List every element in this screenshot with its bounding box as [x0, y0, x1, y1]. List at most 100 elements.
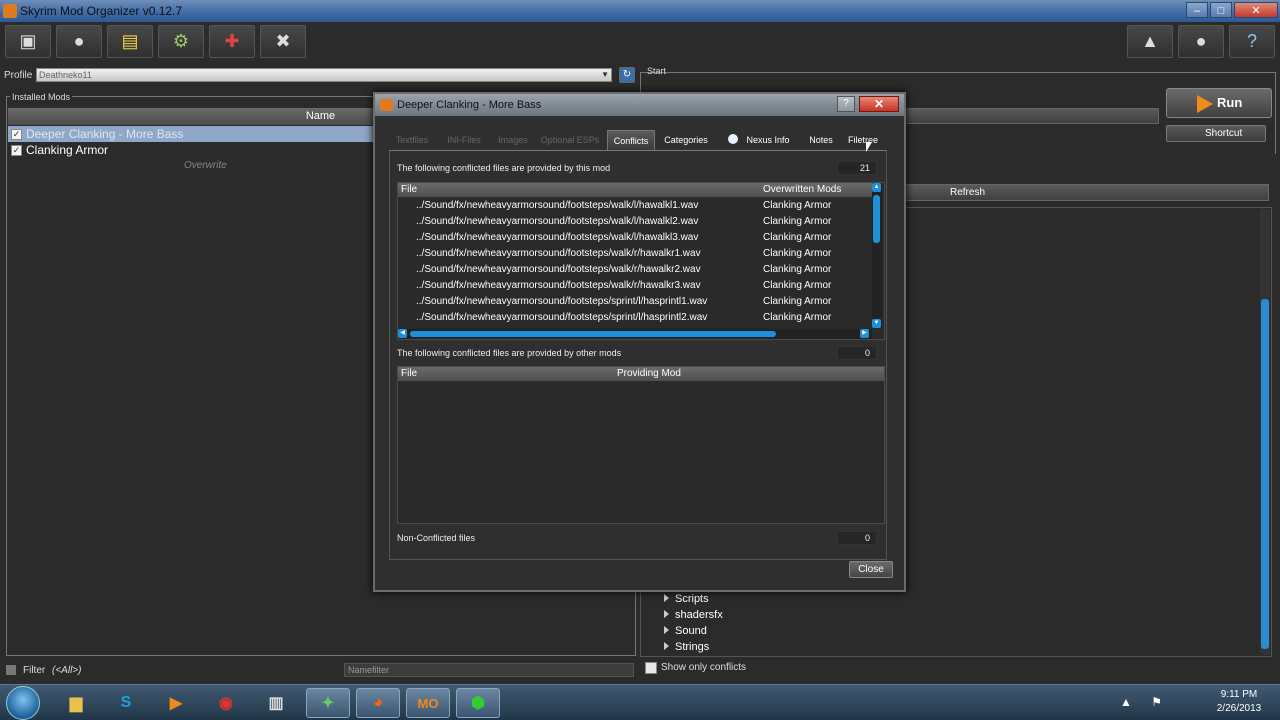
expand-arrow-icon[interactable] — [664, 642, 669, 650]
column-header-providing-mod[interactable]: Providing Mod — [614, 367, 884, 381]
help-button[interactable]: ? — [1229, 25, 1275, 58]
warning-icon: ▲ — [1141, 31, 1159, 51]
tab-textfiles: Textfiles — [395, 135, 429, 145]
taskbar-app-green[interactable]: ⬢ — [456, 688, 500, 718]
tab-filetree[interactable]: Filetree — [843, 130, 883, 150]
profile-card-icon: ▤ — [121, 31, 139, 51]
scroll-left-icon[interactable]: ◀ — [398, 329, 407, 338]
run-button[interactable]: Run — [1166, 88, 1272, 118]
expand-arrow-icon[interactable] — [664, 610, 669, 618]
taskbar-app-99[interactable]: ▥ — [254, 688, 298, 718]
tools-dropdown-button[interactable]: ✚ — [209, 25, 255, 58]
mod-name: Clanking Armor — [763, 296, 832, 307]
system-tray[interactable]: ▲ ⚑ ▭ ◀) — [1120, 689, 1180, 715]
table-row[interactable]: ../Sound/fx/newheavyarmorsound/footsteps… — [398, 262, 870, 278]
data-tree-scrollbar[interactable] — [1260, 209, 1270, 655]
clock-time[interactable]: 9:11 PM — [1214, 689, 1264, 700]
taskbar-media-player[interactable]: ▶ — [154, 688, 198, 718]
mod-name: Clanking Armor — [26, 143, 109, 157]
expand-arrow-icon[interactable] — [664, 594, 669, 602]
profile-select[interactable]: Deathneko11 ▼ — [36, 68, 612, 82]
help-icon: ? — [1246, 31, 1257, 51]
update-button[interactable]: ● — [1178, 25, 1224, 58]
executable-select[interactable] — [903, 108, 1159, 124]
profile-refresh-button[interactable]: ↻ — [619, 67, 635, 83]
taskbar-mod-organizer[interactable]: MO — [406, 688, 450, 718]
scroll-up-icon[interactable]: ▲ — [872, 183, 881, 192]
window-titlebar[interactable]: Skyrim Mod Organizer v0.12.7 – □ ✕ — [0, 0, 1280, 22]
dialog-close-button[interactable]: ✕ — [859, 96, 899, 112]
column-header-file[interactable]: File — [398, 183, 760, 197]
namefilter-input[interactable]: Namefilter — [344, 663, 634, 677]
mod-name: Clanking Armor — [763, 200, 832, 211]
table-row[interactable]: ../Sound/fx/newheavyarmorsound/footsteps… — [398, 230, 870, 246]
scrollbar-thumb[interactable] — [1261, 299, 1269, 649]
column-header-file[interactable]: File — [398, 367, 614, 381]
table-row[interactable]: ../Sound/fx/newheavyarmorsound/footsteps… — [398, 246, 870, 262]
tab-notes[interactable]: Notes — [803, 130, 839, 150]
tree-item-strings[interactable]: Strings — [664, 641, 709, 653]
nexus-button[interactable]: ● — [56, 25, 102, 58]
scrollbar-thumb[interactable] — [410, 331, 776, 337]
mod-enabled-checkbox[interactable]: ✓ — [11, 145, 22, 156]
media-player-icon: ▶ — [169, 695, 183, 712]
table-vertical-scrollbar[interactable]: ▲ ▼ — [872, 183, 882, 329]
expand-arrow-icon[interactable] — [664, 626, 669, 634]
tree-item-scripts[interactable]: Scripts — [664, 593, 709, 605]
mod-enabled-checkbox[interactable]: ✓ — [11, 129, 22, 140]
window-title: Skyrim Mod Organizer v0.12.7 — [20, 4, 183, 18]
tab-images: Images — [498, 135, 528, 145]
table-horizontal-scrollbar[interactable]: ◀ ▶ — [398, 329, 872, 339]
tree-item-label: shadersfx — [675, 609, 723, 621]
mouse-cursor-icon — [866, 142, 872, 152]
install-mod-button[interactable]: ▣ — [5, 25, 51, 58]
scroll-right-icon[interactable]: ▶ — [860, 329, 869, 338]
provided-files-table: File Providing Mod — [397, 366, 885, 524]
shortcut-label: Shortcut — [1205, 128, 1243, 139]
problems-button[interactable]: ▲ — [1127, 25, 1173, 58]
column-header-overwritten-mods[interactable]: Overwritten Mods — [760, 183, 872, 197]
tab-optional-esps: Optional ESPs — [540, 135, 600, 145]
start-menu-button[interactable] — [6, 686, 40, 720]
clock-date[interactable]: 2/26/2013 — [1210, 703, 1268, 714]
table-row[interactable]: ../Sound/fx/newheavyarmorsound/footsteps… — [398, 214, 870, 230]
taskbar-chrome[interactable]: ◉ — [204, 688, 248, 718]
filter-label[interactable]: Filter (<All>) — [23, 665, 81, 676]
shortcut-button[interactable]: Shortcut — [1166, 125, 1266, 142]
mod-name: Clanking Armor — [763, 264, 832, 275]
table-row[interactable]: ../Sound/fx/newheavyarmorsound/footsteps… — [398, 198, 870, 214]
scroll-down-icon[interactable]: ▼ — [872, 319, 881, 328]
wrench-icon: ✖ — [275, 31, 291, 51]
taskbar-skyrim[interactable]: ✦ — [306, 688, 350, 718]
table-row[interactable]: ../Sound/fx/newheavyarmorsound/footsteps… — [398, 278, 870, 294]
taskbar-firefox[interactable]: ◕ — [356, 688, 400, 718]
dialog-titlebar[interactable]: Deeper Clanking - More Bass ? ✕ — [375, 94, 904, 116]
maximize-button[interactable]: □ — [1210, 2, 1232, 18]
table-row[interactable]: ../Sound/fx/newheavyarmorsound/footsteps… — [398, 294, 870, 310]
taskbar-explorer[interactable]: ▆ — [54, 688, 98, 718]
tab-categories[interactable]: Categories — [659, 130, 713, 150]
taskbar-skype[interactable]: S — [104, 688, 148, 718]
profiles-button[interactable]: ▤ — [107, 25, 153, 58]
dialog-title: Deeper Clanking - More Bass — [397, 99, 542, 111]
dialog-close-text-button[interactable]: Close — [849, 561, 893, 578]
tree-item-shadersfx[interactable]: shadersfx — [664, 609, 723, 621]
executables-button[interactable]: ⚙ — [158, 25, 204, 58]
settings-button[interactable]: ✖ — [260, 25, 306, 58]
overwrite-entry[interactable]: Overwrite — [184, 160, 227, 171]
dialog-help-button[interactable]: ? — [837, 96, 855, 112]
mod-info-dialog: Deeper Clanking - More Bass ? ✕ Textfile… — [373, 92, 906, 592]
data-refresh-button[interactable]: Refresh — [903, 184, 1269, 201]
show-only-conflicts-checkbox[interactable] — [645, 662, 657, 674]
filter-toggle-icon[interactable] — [6, 665, 16, 675]
scrollbar-thumb[interactable] — [873, 195, 880, 243]
tree-item-sound[interactable]: Sound — [664, 625, 707, 637]
tab-nexus-info[interactable]: Nexus Info — [719, 130, 799, 150]
table-row[interactable]: ../Sound/fx/newheavyarmorsound/footsteps… — [398, 310, 870, 326]
mod-name: Clanking Armor — [763, 216, 832, 227]
tab-ini-files: INI-Files — [447, 135, 481, 145]
tab-conflicts[interactable]: Conflicts — [607, 130, 655, 150]
close-window-button[interactable]: ✕ — [1234, 2, 1278, 18]
start-label: Start — [647, 66, 667, 76]
minimize-button[interactable]: – — [1186, 2, 1208, 18]
